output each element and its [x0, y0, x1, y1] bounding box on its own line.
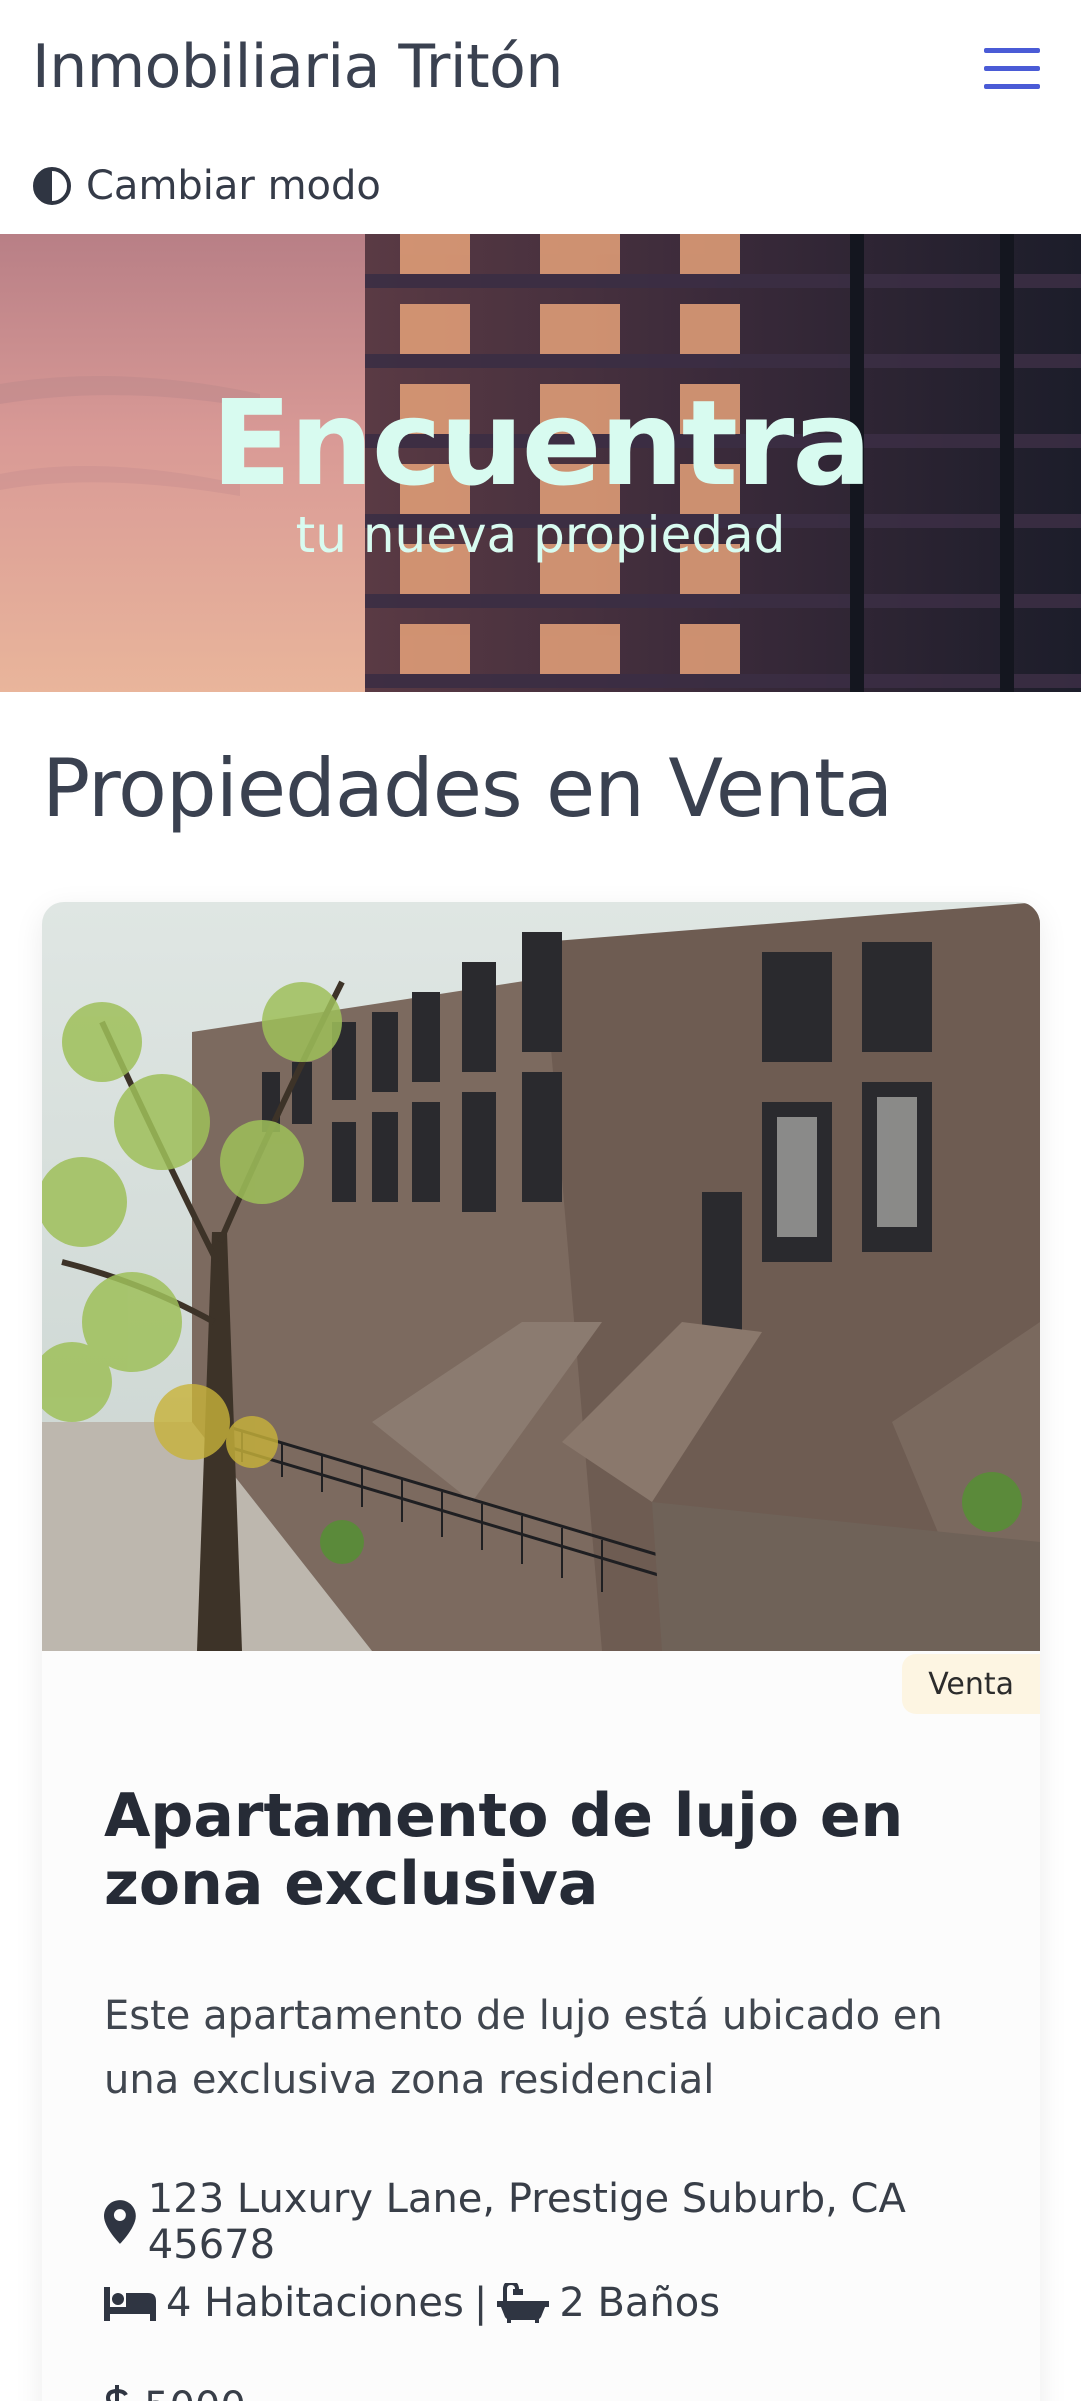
- features-separator: |: [473, 2280, 488, 2326]
- brownstone-photo: [42, 902, 1040, 1651]
- listing-features: 4 Habitaciones | 2 Baños: [104, 2280, 720, 2326]
- section-title: Propiedades en Venta: [42, 742, 893, 835]
- listing-type-badge: Venta: [902, 1654, 1040, 1714]
- map-marker-icon: [104, 2200, 136, 2244]
- price-text: 5000: [144, 2384, 246, 2401]
- mode-toggle-label: Cambiar modo: [86, 163, 381, 209]
- site-header: Inmobiliaria Tritón Cambiar modo: [0, 0, 1081, 234]
- dollar-icon: [105, 2385, 128, 2401]
- listing-price: 5000: [104, 2384, 246, 2401]
- bedrooms-text: 4 Habitaciones: [166, 2280, 464, 2326]
- bathrooms-text: 2 Baños: [559, 2280, 721, 2326]
- page: Inmobiliaria Tritón Cambiar modo Encuent…: [0, 0, 1081, 2401]
- hamburger-menu-icon[interactable]: [984, 48, 1040, 90]
- mode-toggle-button[interactable]: Cambiar modo: [32, 160, 381, 212]
- hero-subtitle: tu nueva propiedad: [295, 506, 786, 564]
- property-photo[interactable]: [42, 902, 1040, 1651]
- property-card[interactable]: Venta Apartamento de lujo en zona exclus…: [42, 902, 1040, 2401]
- bed-icon: [104, 2287, 156, 2321]
- listing-address: 123 Luxury Lane, Prestige Suburb, CA 456…: [104, 2176, 1040, 2268]
- hero-banner: Encuentra tu nueva propiedad: [0, 234, 1081, 692]
- hero-title: Encuentra: [211, 374, 872, 512]
- listing-description: Este apartamento de lujo está ubicado en…: [104, 1993, 943, 2103]
- listing-address-text: 123 Luxury Lane, Prestige Suburb, CA 456…: [147, 2176, 906, 2268]
- bathtub-icon: [497, 2283, 550, 2323]
- site-brand[interactable]: Inmobiliaria Tritón: [32, 32, 563, 102]
- listing-title[interactable]: Apartamento de lujo en zona exclusiva: [104, 1782, 964, 1918]
- contrast-icon: [33, 167, 71, 205]
